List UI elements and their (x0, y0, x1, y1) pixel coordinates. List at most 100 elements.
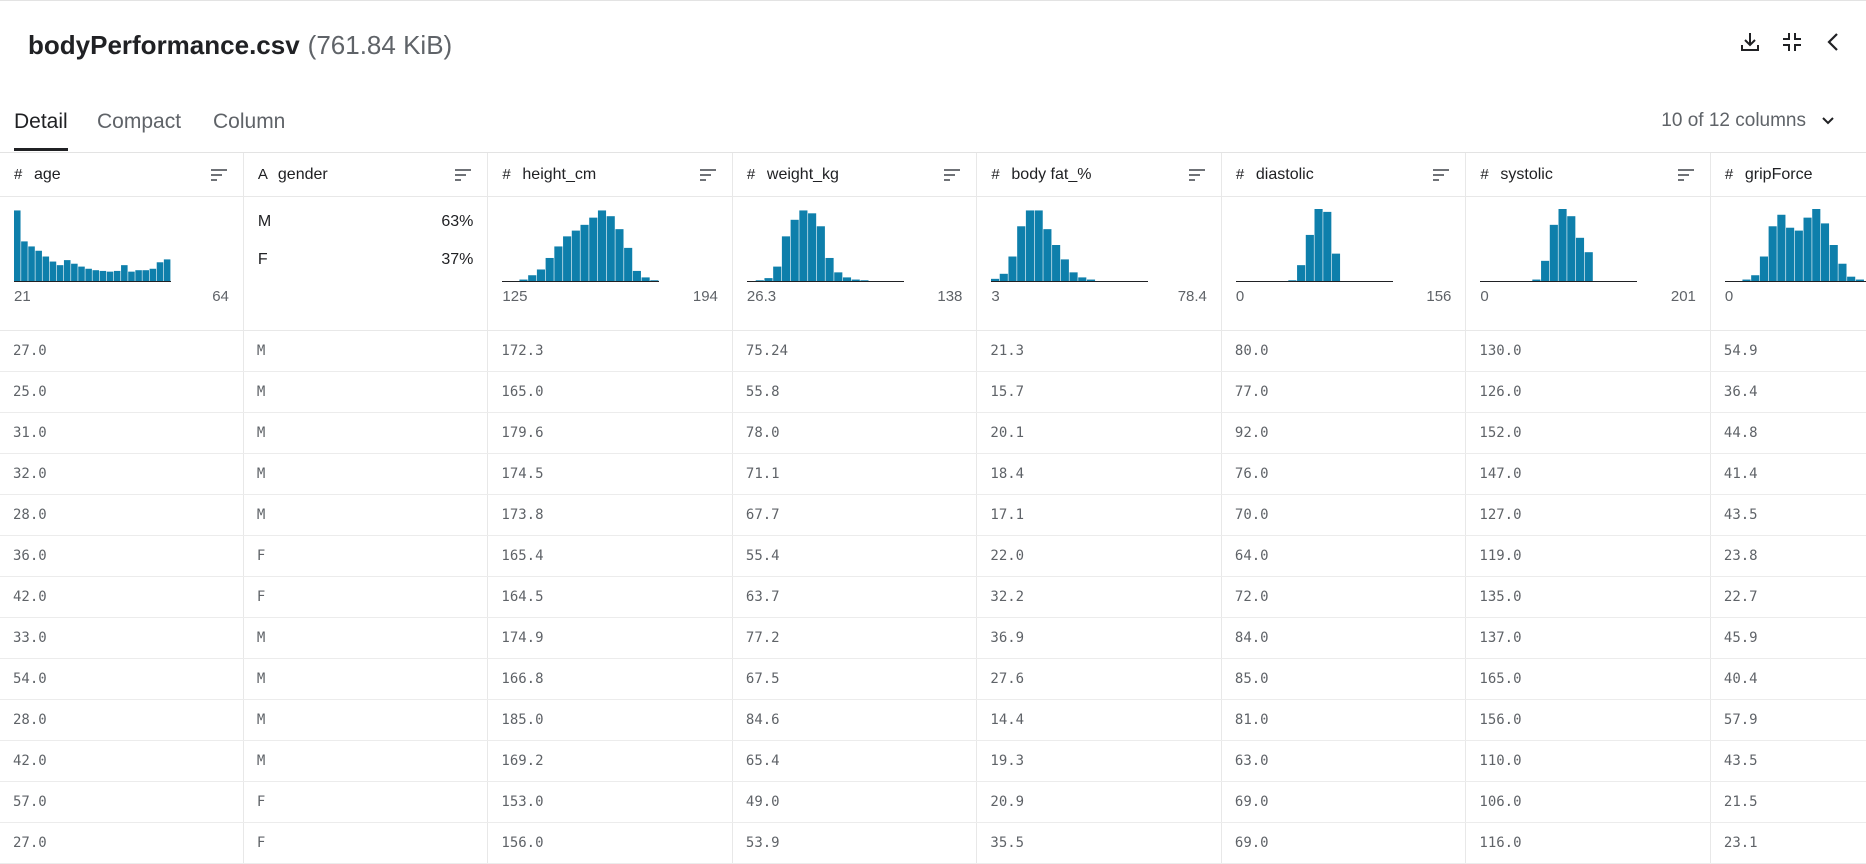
table-cell[interactable]: 127.0 (1465, 494, 1711, 536)
sort-icon[interactable] (698, 167, 718, 183)
table-cell[interactable]: 43.5 (1710, 494, 1866, 536)
table-cell[interactable]: 185.0 (487, 699, 733, 741)
table-cell[interactable]: 28.0 (0, 699, 244, 741)
column-header-6[interactable]: # systolic (1465, 153, 1711, 197)
histogram-bar[interactable] (135, 270, 142, 281)
table-cell[interactable]: 36.4 (1710, 371, 1866, 413)
table-cell[interactable]: M (243, 412, 489, 454)
table-cell[interactable]: 169.2 (487, 740, 733, 782)
table-cell[interactable]: 21.5 (1710, 781, 1866, 823)
table-cell[interactable]: M (243, 453, 489, 495)
histogram-bar[interactable] (1751, 275, 1760, 281)
histogram-bar[interactable] (1794, 230, 1803, 281)
histogram-bar[interactable] (1331, 253, 1340, 281)
histogram-bar[interactable] (1043, 229, 1052, 281)
histogram-bar[interactable] (1742, 279, 1751, 281)
table-cell[interactable]: 63.0 (1221, 740, 1467, 782)
tab-compact[interactable]: Compact (97, 110, 181, 148)
histogram-bar[interactable] (1078, 277, 1087, 281)
table-cell[interactable]: 44.8 (1710, 412, 1866, 454)
table-cell[interactable]: 92.0 (1221, 412, 1467, 454)
table-cell[interactable]: F (243, 822, 489, 864)
histogram-bar[interactable] (1000, 273, 1009, 281)
table-cell[interactable]: 27.0 (0, 330, 244, 372)
histogram-bar[interactable] (641, 277, 651, 281)
histogram-bar[interactable] (14, 210, 21, 281)
table-cell[interactable]: 84.0 (1221, 617, 1467, 659)
histogram-bar[interactable] (1314, 209, 1323, 281)
table-cell[interactable]: 19.3 (976, 740, 1222, 782)
histogram-bar[interactable] (537, 269, 546, 281)
histogram-bar[interactable] (1768, 226, 1777, 281)
table-cell[interactable]: 23.1 (1710, 822, 1866, 864)
histogram-bar[interactable] (28, 246, 35, 281)
column-header-4[interactable]: # body fat_% (976, 153, 1222, 197)
table-cell[interactable]: 42.0 (0, 740, 244, 782)
sort-icon[interactable] (1431, 167, 1451, 183)
table-cell[interactable]: 76.0 (1221, 453, 1467, 495)
histogram-bar[interactable] (1558, 209, 1568, 281)
table-cell[interactable]: 64.0 (1221, 535, 1467, 577)
table-cell[interactable]: 53.9 (732, 822, 978, 864)
column-header-2[interactable]: # height_cm (487, 153, 733, 197)
histogram-bar[interactable] (1855, 279, 1864, 281)
histogram-bar[interactable] (1008, 256, 1017, 281)
histogram-bar[interactable] (528, 275, 537, 281)
table-cell[interactable]: 23.8 (1710, 535, 1866, 577)
histogram-bar[interactable] (1061, 259, 1070, 281)
table-row[interactable]: 27.0F156.053.935.569.0116.023.113.1 (0, 822, 1866, 864)
table-cell[interactable]: 72.0 (1221, 576, 1467, 618)
histogram-bar[interactable] (1567, 216, 1576, 281)
table-cell[interactable]: 77.2 (732, 617, 978, 659)
tab-detail[interactable]: Detail (14, 110, 68, 151)
histogram-bar[interactable] (1576, 237, 1585, 281)
table-cell[interactable]: 20.1 (976, 412, 1222, 454)
table-cell[interactable]: 27.6 (976, 658, 1222, 700)
histogram-bar[interactable] (1087, 279, 1096, 281)
table-cell[interactable]: 25.0 (0, 371, 244, 413)
histogram-bar[interactable] (1323, 211, 1332, 281)
table-cell[interactable]: 35.5 (976, 822, 1222, 864)
histogram-bar[interactable] (106, 271, 114, 281)
table-cell[interactable]: 69.0 (1221, 781, 1467, 823)
histogram-bar[interactable] (1838, 263, 1847, 281)
table-row[interactable]: 28.0M173.867.717.170.0127.043.527.1 (0, 494, 1866, 536)
table-cell[interactable]: M (243, 617, 489, 659)
table-cell[interactable]: 55.8 (732, 371, 978, 413)
table-row[interactable]: 33.0M174.977.236.984.0137.045.912.3 (0, 617, 1866, 659)
histogram-bar[interactable] (78, 266, 85, 281)
table-cell[interactable]: 36.9 (976, 617, 1222, 659)
histogram-bar[interactable] (1803, 217, 1812, 281)
histogram-bar[interactable] (834, 272, 843, 281)
histogram-bar[interactable] (121, 265, 128, 281)
table-cell[interactable]: 156.0 (487, 822, 733, 864)
table-cell[interactable]: 130.0 (1465, 330, 1711, 372)
histogram-bar[interactable] (607, 216, 616, 281)
sort-icon[interactable] (453, 167, 473, 183)
table-cell[interactable]: 22.7 (1710, 576, 1866, 618)
table-cell[interactable]: 36.0 (0, 535, 244, 577)
tab-column[interactable]: Column (213, 110, 285, 148)
table-cell[interactable]: 75.24 (732, 330, 978, 372)
histogram-bar[interactable] (563, 236, 572, 281)
table-cell[interactable]: 173.8 (487, 494, 733, 536)
table-cell[interactable]: 165.0 (487, 371, 733, 413)
histogram-bar[interactable] (1026, 210, 1035, 281)
histogram-bar[interactable] (113, 270, 121, 281)
table-cell[interactable]: F (243, 535, 489, 577)
table-cell[interactable]: M (243, 371, 489, 413)
histogram-bar[interactable] (598, 210, 607, 281)
histogram-bar[interactable] (842, 277, 851, 281)
sort-icon[interactable] (1676, 167, 1696, 183)
histogram-bar[interactable] (589, 217, 598, 281)
histogram-bar[interactable] (42, 256, 50, 281)
histogram-bar[interactable] (149, 268, 157, 281)
table-cell[interactable]: 31.0 (0, 412, 244, 454)
histogram-bar[interactable] (633, 270, 642, 281)
table-cell[interactable]: 69.0 (1221, 822, 1467, 864)
table-cell[interactable]: 164.5 (487, 576, 733, 618)
histogram-bar[interactable] (56, 265, 64, 281)
column-header-0[interactable]: # age (0, 153, 244, 197)
histogram-bar[interactable] (991, 278, 1000, 281)
histogram-bar[interactable] (807, 213, 817, 281)
